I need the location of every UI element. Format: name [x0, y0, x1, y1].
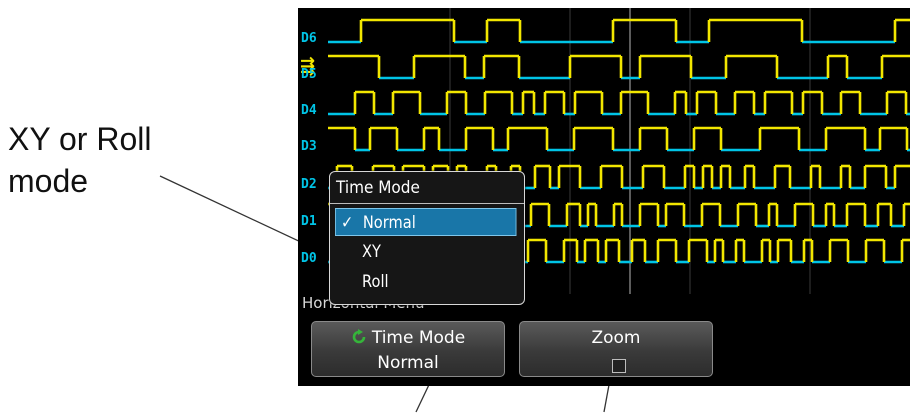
- zoom-softkey[interactable]: Zoom: [519, 321, 713, 377]
- check-icon: ✓: [341, 213, 354, 233]
- channel-label-d0: D0: [301, 251, 317, 266]
- softkey-title: Zoom: [591, 328, 641, 348]
- popup-title: Time Mode: [336, 178, 420, 198]
- menu-item-xy[interactable]: XY: [335, 238, 492, 266]
- zoom-checkbox[interactable]: [612, 359, 626, 373]
- softkey-title: Time Mode: [371, 328, 466, 348]
- channel-label-d2: D2: [301, 177, 317, 192]
- channel-label-d1: D1: [301, 214, 317, 229]
- menu-item-label: Roll: [362, 272, 389, 292]
- scope-screen: D6 ⇶ D5 D4 D3 D2 D1 D0 Horizontal Menu T…: [298, 8, 910, 386]
- channel-label-d5: D5: [301, 67, 317, 82]
- refresh-icon: [352, 329, 366, 344]
- softkey-value: Normal: [377, 353, 439, 373]
- menu-item-label: XY: [362, 242, 381, 262]
- time-mode-popup: Time Mode ✓ Normal XY Roll: [329, 171, 525, 305]
- time-mode-softkey[interactable]: Time Mode Normal: [311, 321, 505, 377]
- menu-item-label: Normal: [362, 213, 416, 233]
- menu-item-roll[interactable]: Roll: [335, 268, 492, 296]
- callout-label: XY or Roll mode: [8, 121, 152, 199]
- menu-item-normal[interactable]: ✓ Normal: [335, 208, 517, 236]
- popup-divider: [330, 203, 524, 204]
- channel-label-d3: D3: [301, 139, 317, 154]
- channel-label-d6: D6: [301, 31, 317, 46]
- channel-label-d4: D4: [301, 103, 317, 118]
